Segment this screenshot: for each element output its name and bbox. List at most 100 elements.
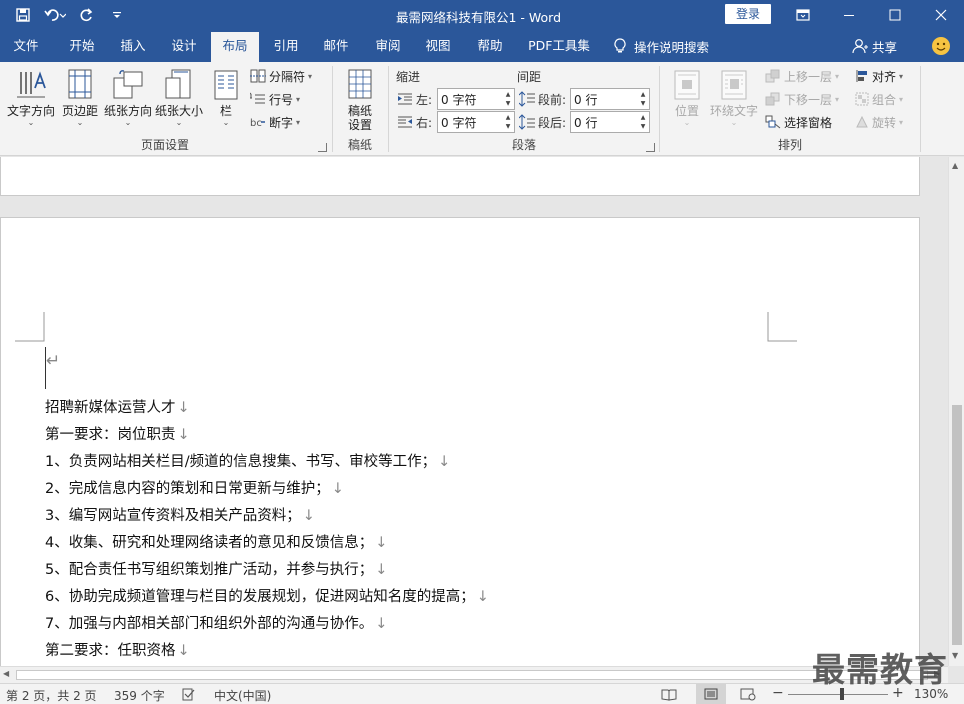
orientation-button[interactable]: 纸张方向 ⌄: [103, 66, 153, 128]
breaks-button[interactable]: 分隔符 ▾: [250, 66, 312, 86]
zoom-out-button[interactable]: −: [772, 685, 784, 701]
paragraph[interactable]: 第二要求：任职资格 ↓: [45, 638, 905, 665]
line-numbers-button[interactable]: 行号 ▾: [250, 89, 300, 109]
chevron-down-icon: ▾: [899, 94, 904, 104]
tell-me-search[interactable]: 操作说明搜索: [614, 30, 709, 62]
paragraph[interactable]: 5、配合责任书写组织策划推广活动，并参与执行； ↓: [45, 557, 905, 584]
tab-insert[interactable]: 插入: [112, 30, 154, 62]
print-layout-button[interactable]: [696, 684, 726, 704]
ribbon-display-options-button[interactable]: [780, 0, 826, 30]
group-separator: [388, 66, 389, 152]
paragraph[interactable]: 1、负责网站相关栏目/频道的信息搜集、书写、审校等工作； ↓: [45, 449, 905, 476]
tab-file[interactable]: 文件: [6, 30, 46, 62]
language-indicator[interactable]: 中文(中国): [214, 687, 271, 704]
share-label: 共享: [872, 39, 898, 55]
group-button[interactable]: 组合 ▾: [855, 89, 903, 109]
vertical-scroll-thumb[interactable]: [952, 405, 962, 645]
share-button[interactable]: 共享: [852, 30, 897, 62]
word-count[interactable]: 359 个字: [114, 687, 165, 704]
tab-pdf-tools[interactable]: PDF工具集: [522, 30, 596, 62]
hyphenation-button[interactable]: bc 断字 ▾: [250, 112, 300, 132]
tab-layout[interactable]: 布局: [211, 32, 259, 62]
spin-up-icon[interactable]: ▲: [641, 91, 646, 98]
paragraph[interactable]: 3、编写网站宣传资料及相关产品资料； ↓: [45, 503, 905, 530]
paragraph[interactable]: 7、加强与内部相关部门和组织外部的沟通与协作。 ↓: [45, 611, 905, 638]
manuscript-settings-label-line1: 稿纸: [347, 104, 372, 118]
ribbon-tab-bar: 文件 开始 插入 设计 布局 引用 邮件 审阅 视图 帮助 PDF工具集 操作说…: [0, 30, 964, 62]
page-1-bottom[interactable]: [0, 157, 920, 196]
paragraph[interactable]: 6、协助完成频道管理与栏目的发展规划，促进网站知名度的提高； ↓: [45, 584, 905, 611]
spacing-after-spinner[interactable]: ▲▼: [570, 111, 650, 133]
scroll-down-icon[interactable]: ▼: [952, 651, 958, 660]
tab-view[interactable]: 视图: [416, 30, 460, 62]
spin-down-icon[interactable]: ▼: [506, 123, 511, 130]
wrap-text-button[interactable]: 环绕文字 ⌄: [707, 66, 761, 128]
tab-home[interactable]: 开始: [60, 30, 104, 62]
tab-references[interactable]: 引用: [264, 30, 308, 62]
scroll-left-icon[interactable]: ◀: [3, 669, 9, 678]
align-button[interactable]: 对齐 ▾: [855, 66, 903, 86]
minimize-button[interactable]: [826, 0, 872, 30]
text-direction-button[interactable]: 文字方向 ⌄: [6, 66, 56, 128]
horizontal-scroll-thumb[interactable]: [16, 670, 928, 680]
web-layout-icon[interactable]: [740, 688, 756, 701]
tab-review[interactable]: 审阅: [366, 30, 410, 62]
page-setup-dialog-launcher[interactable]: [318, 143, 327, 152]
horizontal-scrollbar[interactable]: ◀ ▶: [0, 666, 948, 683]
feedback-smiley-icon[interactable]: [932, 37, 950, 55]
position-button[interactable]: 位置 ⌄: [669, 66, 705, 128]
indent-right-label: 右:: [416, 116, 433, 130]
document-body[interactable]: 招聘新媒体运营人才 ↓ 第一要求：岗位职责 ↓ 1、负责网站相关栏目/频道的信息搜集…: [45, 395, 905, 665]
paragraph[interactable]: 招聘新媒体运营人才 ↓: [45, 395, 905, 422]
read-mode-icon[interactable]: [661, 688, 677, 701]
spin-down-icon[interactable]: ▼: [506, 100, 511, 107]
indent-left-spinner[interactable]: ▲▼: [437, 88, 515, 110]
paragraph[interactable]: 第一要求：岗位职责 ↓: [45, 422, 905, 449]
chevron-down-icon: [113, 12, 121, 18]
spin-up-icon[interactable]: ▲: [506, 91, 511, 98]
tab-help[interactable]: 帮助: [468, 30, 512, 62]
paragraph-dialog-launcher[interactable]: [646, 143, 655, 152]
chevron-down-icon: ⌄: [76, 118, 84, 127]
scroll-up-icon[interactable]: ▲: [952, 161, 958, 170]
zoom-slider-track[interactable]: [788, 694, 888, 695]
margins-button[interactable]: 页边距 ⌄: [58, 66, 102, 128]
window-title: 最需网络科技有限公1 - Word: [396, 10, 562, 25]
paragraph[interactable]: 2、完成信息内容的策划和日常更新与维护； ↓: [45, 476, 905, 503]
manuscript-settings-button[interactable]: 稿纸 设置: [338, 66, 382, 132]
maximize-button[interactable]: [872, 0, 918, 30]
vertical-scrollbar[interactable]: ▲ ▼: [948, 157, 964, 666]
spin-up-icon[interactable]: ▲: [506, 114, 511, 121]
login-button[interactable]: 登录: [725, 4, 771, 24]
columns-button[interactable]: 栏 ⌄: [212, 66, 240, 128]
spacing-after-input[interactable]: [571, 115, 631, 129]
spin-down-icon[interactable]: ▼: [641, 123, 646, 130]
save-button[interactable]: [8, 0, 38, 30]
spacing-before-input[interactable]: [571, 92, 631, 106]
breaks-icon: [250, 69, 266, 83]
text-direction-label: 文字方向: [6, 104, 55, 118]
bring-forward-button[interactable]: 上移一层 ▾: [765, 66, 839, 86]
tab-design[interactable]: 设计: [162, 30, 206, 62]
indent-right-input[interactable]: [438, 115, 498, 129]
page-count[interactable]: 第 2 页，共 2 页: [6, 687, 97, 704]
paragraph[interactable]: 4、收集、研究和处理网络读者的意见和反馈信息； ↓: [45, 530, 905, 557]
tab-mailings[interactable]: 邮件: [314, 30, 358, 62]
customize-qat-button[interactable]: [102, 0, 132, 30]
indent-right-spinner[interactable]: ▲▼: [437, 111, 515, 133]
rotate-button[interactable]: 旋转 ▾: [855, 112, 903, 132]
spacing-before-spinner[interactable]: ▲▼: [570, 88, 650, 110]
chevron-down-icon: ▾: [835, 71, 840, 81]
document-area[interactable]: ↵ 招聘新媒体运营人才 ↓ 第一要求：岗位职责 ↓ 1、负责网站相关栏目/频道的信息…: [0, 157, 948, 666]
undo-button[interactable]: [38, 0, 72, 30]
selection-pane-button[interactable]: 选择窗格: [765, 112, 832, 132]
send-backward-button[interactable]: 下移一层 ▾: [765, 89, 839, 109]
spin-down-icon[interactable]: ▼: [641, 100, 646, 107]
indent-left-input[interactable]: [438, 92, 498, 106]
redo-button[interactable]: [72, 0, 102, 30]
spin-up-icon[interactable]: ▲: [641, 114, 646, 121]
paper-size-button[interactable]: 纸张大小 ⌄: [154, 66, 204, 128]
crop-mark-top-right: [767, 312, 797, 342]
close-button[interactable]: [918, 0, 964, 30]
proofing-icon[interactable]: [182, 688, 198, 701]
